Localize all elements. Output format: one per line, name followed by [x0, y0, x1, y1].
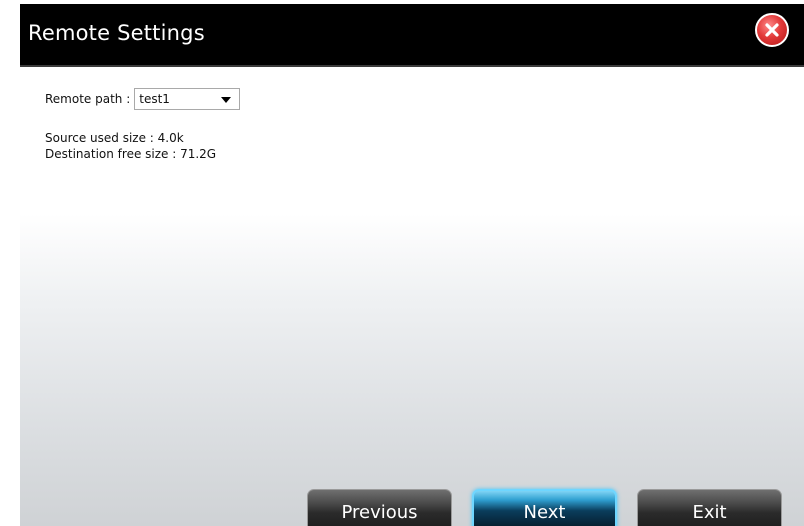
- remote-path-label: Remote path :: [45, 92, 131, 106]
- dialog-title: Remote Settings: [28, 21, 205, 45]
- remote-path-selected-value: test1: [139, 92, 170, 106]
- source-used-size: Source used size : 4.0k: [45, 131, 184, 145]
- remote-path-select[interactable]: test1: [134, 88, 241, 110]
- size-info: Source used size : 4.0k Destination free…: [45, 130, 216, 162]
- remote-settings-dialog: Remote Settings Remote path : test1 Sour…: [20, 4, 804, 526]
- dialog-title-bar: Remote Settings: [20, 4, 804, 67]
- previous-button[interactable]: Previous: [307, 489, 452, 526]
- close-button[interactable]: [755, 13, 789, 47]
- close-icon: [765, 23, 779, 37]
- destination-free-size: Destination free size : 71.2G: [45, 147, 217, 161]
- dropdown-arrow-icon: [221, 97, 232, 103]
- remote-path-row: Remote path : test1: [45, 87, 345, 111]
- next-button[interactable]: Next: [472, 489, 617, 526]
- exit-button[interactable]: Exit: [637, 489, 782, 526]
